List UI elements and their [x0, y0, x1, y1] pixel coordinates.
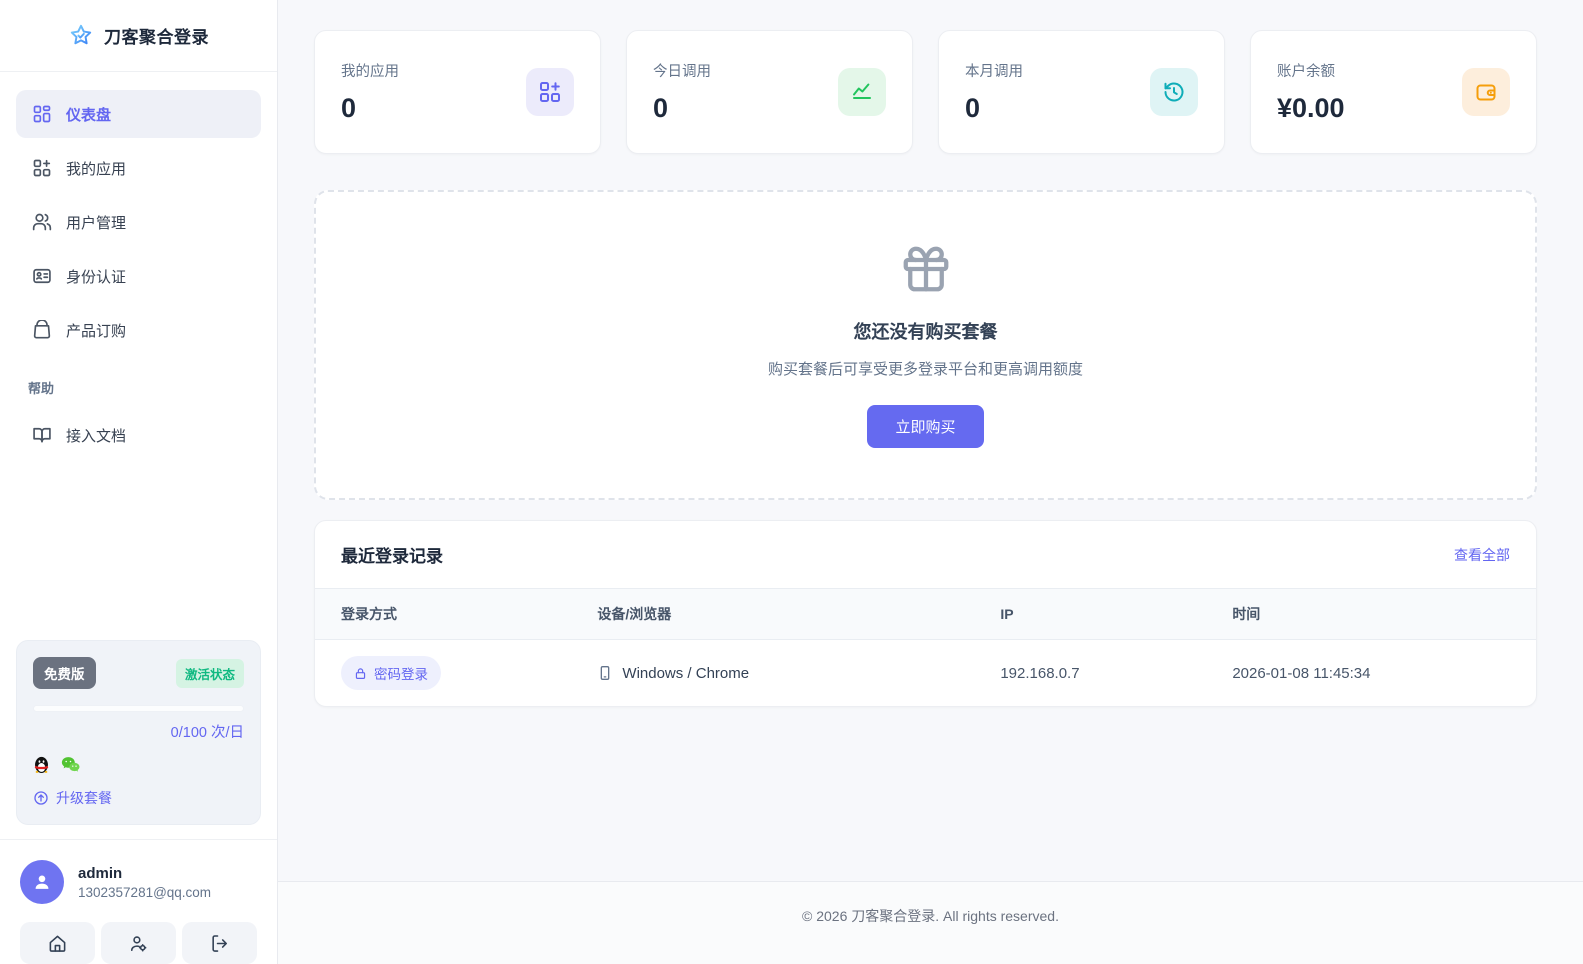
logout-button[interactable]	[182, 922, 257, 964]
lock-icon	[354, 667, 367, 680]
sidebar-item-label: 接入文档	[66, 427, 127, 445]
stat-card-my-apps: 我的应用 0	[314, 30, 601, 154]
sidebar-item-label: 产品订购	[66, 322, 127, 340]
stat-value: 0	[341, 93, 357, 123]
upgrade-plan-link[interactable]: 升级套餐	[33, 788, 244, 808]
column-header-method: 登录方式	[315, 588, 572, 640]
book-open-icon	[32, 425, 52, 445]
sidebar-item-identity[interactable]: 身份认证	[16, 252, 261, 300]
sidebar: 刀客聚合登录 仪表盘 我的应用 用户管理 身份认证 产品订购 帮助 接入文档 免…	[0, 0, 278, 964]
users-icon	[32, 212, 52, 232]
stat-card-today-calls: 今日调用 0	[626, 30, 913, 154]
home-button[interactable]	[20, 922, 95, 964]
plan-name-badge: 免费版	[33, 657, 96, 689]
copyright-text: © 2026 刀客聚合登录. All rights reserved.	[802, 908, 1059, 924]
logout-icon	[210, 934, 229, 953]
upgrade-plan-label: 升级套餐	[56, 790, 112, 806]
quota-progress-bar	[33, 705, 244, 712]
wallet-icon	[1462, 68, 1510, 116]
smartphone-icon	[597, 665, 613, 681]
column-header-time: 时间	[1206, 588, 1536, 640]
qq-icon	[33, 755, 50, 774]
table-row: 密码登录 Windows / Chrome 192.168.0.7 2026-0…	[315, 640, 1536, 707]
login-method-label: 密码登录	[374, 667, 428, 682]
avatar	[20, 860, 64, 904]
device-browser-value: Windows / Chrome	[622, 664, 750, 682]
id-card-icon	[32, 266, 52, 286]
recent-logins-title: 最近登录记录	[341, 547, 443, 566]
user-area: admin 1302357281@qq.com	[0, 839, 277, 964]
sidebar-item-dashboard[interactable]: 仪表盘	[16, 90, 261, 138]
column-header-device: 设备/浏览器	[571, 588, 975, 640]
home-icon	[48, 934, 67, 953]
empty-state-title: 您还没有购买套餐	[853, 322, 998, 342]
grid-plus-icon	[526, 68, 574, 116]
plan-status-badge: 激活状态	[175, 658, 244, 688]
sidebar-item-label: 我的应用	[66, 160, 127, 178]
footer: © 2026 刀客聚合登录. All rights reserved.	[278, 881, 1583, 964]
ip-value: 192.168.0.7	[1000, 664, 1080, 682]
column-header-ip: IP	[974, 588, 1207, 640]
sidebar-item-label: 身份认证	[66, 268, 127, 286]
main-content: 我的应用 0 今日调用 0 本月调用 0 账户余额 ¥0.00 您还没有购买套餐…	[278, 0, 1583, 964]
stat-label: 今日调用	[653, 64, 711, 80]
shopping-bag-icon	[32, 320, 52, 340]
stat-label: 我的应用	[341, 64, 399, 80]
stat-label: 账户余额	[1277, 64, 1335, 80]
sidebar-section-help: 帮助	[28, 381, 55, 396]
dashboard-grid-icon	[32, 104, 52, 124]
star-logo-icon	[68, 23, 94, 49]
trend-chart-icon	[838, 68, 886, 116]
account-settings-button[interactable]	[101, 922, 176, 964]
sidebar-item-label: 仪表盘	[66, 106, 112, 124]
sidebar-item-docs[interactable]: 接入文档	[16, 411, 261, 459]
user-gear-icon	[129, 934, 148, 953]
sidebar-item-label: 用户管理	[66, 214, 127, 232]
stat-value: ¥0.00	[1277, 93, 1345, 123]
plan-card: 免费版 激活状态 0/100 次/日 升级套餐	[16, 640, 261, 825]
recent-logins-card: 最近登录记录 查看全部 登录方式 设备/浏览器 IP 时间 密码登录 Windo…	[314, 520, 1537, 707]
empty-state-subtitle: 购买套餐后可享受更多登录平台和更高调用额度	[767, 361, 1083, 378]
recent-logins-table: 登录方式 设备/浏览器 IP 时间 密码登录 Windows / Chrome …	[315, 588, 1536, 706]
sidebar-nav: 仪表盘 我的应用 用户管理 身份认证 产品订购 帮助 接入文档	[0, 72, 277, 640]
stat-cards: 我的应用 0 今日调用 0 本月调用 0 账户余额 ¥0.00	[314, 30, 1537, 154]
view-all-link[interactable]: 查看全部	[1454, 545, 1510, 565]
app-logo-area: 刀客聚合登录	[0, 0, 277, 72]
buy-now-button[interactable]: 立即购买	[867, 405, 984, 448]
wechat-icon	[61, 756, 80, 773]
app-title: 刀客聚合登录	[104, 28, 209, 47]
stat-label: 本月调用	[965, 64, 1023, 80]
platform-icons	[33, 755, 244, 774]
login-method-badge: 密码登录	[341, 656, 441, 690]
circle-arrow-up-icon	[33, 790, 49, 806]
sidebar-item-product-order[interactable]: 产品订购	[16, 306, 261, 354]
sidebar-item-user-management[interactable]: 用户管理	[16, 198, 261, 246]
quota-text: 0/100 次/日	[170, 725, 244, 741]
stat-card-balance: 账户余额 ¥0.00	[1250, 30, 1537, 154]
stat-value: 0	[965, 93, 981, 123]
no-package-panel: 您还没有购买套餐 购买套餐后可享受更多登录平台和更高调用额度 立即购买	[314, 190, 1537, 500]
gift-icon	[899, 242, 953, 296]
grid-plus-icon	[32, 158, 52, 178]
user-name: admin	[78, 864, 123, 882]
stat-card-month-calls: 本月调用 0	[938, 30, 1225, 154]
history-clock-icon	[1150, 68, 1198, 116]
sidebar-item-my-apps[interactable]: 我的应用	[16, 144, 261, 192]
time-value: 2026-01-08 11:45:34	[1232, 664, 1371, 682]
stat-value: 0	[653, 93, 669, 123]
user-email: 1302357281@qq.com	[78, 884, 212, 900]
